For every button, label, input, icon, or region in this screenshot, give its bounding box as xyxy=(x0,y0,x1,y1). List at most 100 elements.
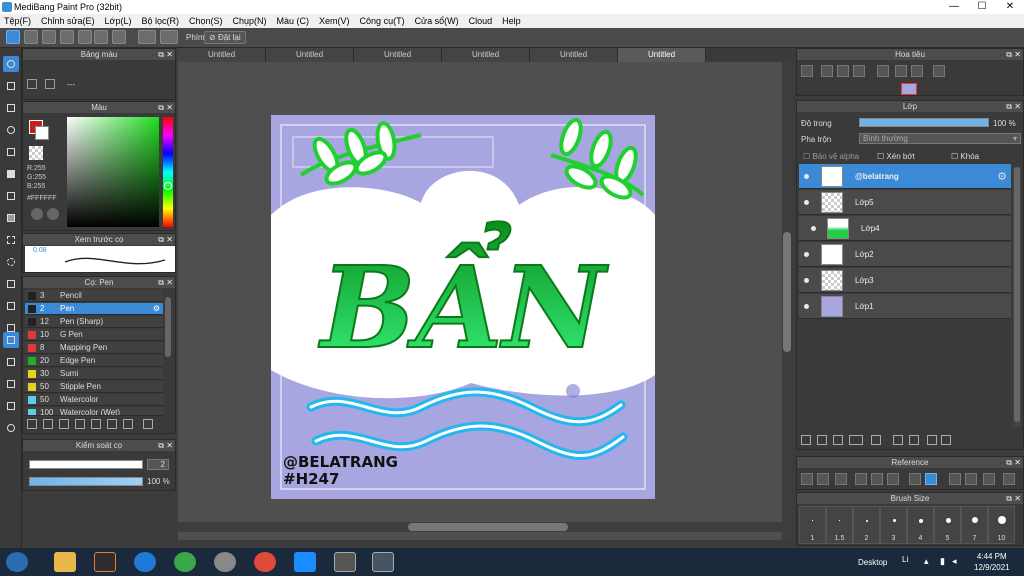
close-icon[interactable]: ✕ xyxy=(1014,457,1021,468)
close-icon[interactable]: ✕ xyxy=(166,49,173,60)
brush-size-cell[interactable]: 10 xyxy=(988,506,1015,544)
canvas-horizontal-scrollbar[interactable] xyxy=(178,522,782,532)
export-icon[interactable] xyxy=(24,30,38,44)
transparent-swatch[interactable] xyxy=(29,146,43,160)
artwork-canvas[interactable]: BẨN @BELATRANG #H247 xyxy=(271,115,655,499)
close-icon[interactable]: ✕ xyxy=(1014,49,1021,60)
brush-size-cell[interactable]: 2 xyxy=(853,506,880,544)
add-folder-icon[interactable] xyxy=(75,419,85,429)
network-icon[interactable]: ▮ xyxy=(940,556,945,567)
float-icon[interactable]: ⧉ xyxy=(158,234,164,245)
new-layer-icon[interactable] xyxy=(801,435,811,445)
float-icon[interactable]: ⧉ xyxy=(1006,493,1012,504)
float-icon[interactable]: ⧉ xyxy=(158,277,164,288)
layer-scroll-thumb[interactable] xyxy=(1014,167,1020,422)
add-layer-dropdown-icon[interactable] xyxy=(849,435,863,445)
medibang-taskbar-icon[interactable] xyxy=(372,552,394,572)
brush-size-input[interactable]: 2 xyxy=(147,459,169,470)
brush-size-cell[interactable]: 3 xyxy=(880,506,907,544)
zalo-icon[interactable] xyxy=(294,552,316,572)
menu-file[interactable]: Tệp(F) xyxy=(4,16,31,26)
vertical-scroll-thumb[interactable] xyxy=(783,232,791,352)
zoom-icon[interactable] xyxy=(801,65,813,77)
rotate-right-icon[interactable] xyxy=(983,473,995,485)
menu-edit[interactable]: Chỉnh sửa(E) xyxy=(41,16,95,26)
duplicate-layer-icon[interactable] xyxy=(893,435,903,445)
lock-icon[interactable] xyxy=(1003,473,1015,485)
frame-tool-icon[interactable] xyxy=(3,354,19,370)
float-icon[interactable]: ⧉ xyxy=(158,440,164,451)
float-icon[interactable]: ⧉ xyxy=(1006,457,1012,468)
gear-icon[interactable]: ⚙ xyxy=(153,303,160,315)
desktop-label[interactable]: Desktop xyxy=(858,558,887,567)
rect-tool-icon[interactable] xyxy=(3,100,19,116)
add-brush-icon-2[interactable] xyxy=(59,419,69,429)
cloud-icon[interactable] xyxy=(801,473,813,485)
brush-size-slider[interactable] xyxy=(29,460,143,469)
magic-wand-icon[interactable] xyxy=(3,276,19,292)
eye-icon[interactable] xyxy=(804,304,809,309)
menu-view[interactable]: Xem(V) xyxy=(319,16,350,26)
menu-color[interactable]: Màu (C) xyxy=(277,16,310,26)
close-icon[interactable]: ✕ xyxy=(166,440,173,451)
chevron-up-icon[interactable]: ▴ xyxy=(924,556,929,567)
document-icon[interactable] xyxy=(78,30,92,44)
text-tool-icon[interactable] xyxy=(3,332,19,348)
line-tool-icon[interactable] xyxy=(3,122,19,138)
coccoc-icon[interactable] xyxy=(174,552,196,572)
close-icon[interactable]: ✕ xyxy=(1014,493,1021,504)
rotate-icon[interactable] xyxy=(877,65,889,77)
tab-untitled-active[interactable]: Untitled xyxy=(618,48,706,62)
folder-icon[interactable] xyxy=(91,419,101,429)
saturation-brightness-field[interactable] xyxy=(67,117,159,227)
trash-icon[interactable] xyxy=(941,435,951,445)
media-player-icon[interactable] xyxy=(94,552,116,572)
tab-untitled[interactable]: Untitled xyxy=(354,48,442,62)
volume-icon[interactable]: ◂ xyxy=(952,556,957,567)
add-brush-icon[interactable] xyxy=(43,419,53,429)
brush-item-edge-pen[interactable]: 20 Edge Pen xyxy=(25,355,163,367)
eye-icon[interactable] xyxy=(804,278,809,283)
eraser-tool-icon[interactable] xyxy=(3,78,19,94)
fill-rect-tool-icon[interactable] xyxy=(3,166,19,182)
navigator-thumbnail[interactable] xyxy=(901,83,917,95)
folder-icon[interactable] xyxy=(871,435,881,445)
brush-tool-icon[interactable] xyxy=(3,56,19,72)
brush-item-stipple-pen[interactable]: 50 Stipple Pen xyxy=(25,381,163,393)
rotate-left-icon[interactable] xyxy=(949,473,961,485)
brush-size-cell[interactable]: 1.5 xyxy=(826,506,853,544)
zoom-out-icon[interactable] xyxy=(887,473,899,485)
duplicate-icon[interactable] xyxy=(107,419,117,429)
float-icon[interactable]: ⧉ xyxy=(158,49,164,60)
language-indicator[interactable]: Li xyxy=(902,555,908,564)
menu-layer[interactable]: Lớp(L) xyxy=(105,16,132,26)
fit-icon[interactable] xyxy=(837,65,849,77)
brush-item-mapping-pen[interactable]: 8 Mapping Pen xyxy=(25,342,163,354)
minimize-button[interactable]: — xyxy=(940,0,968,14)
close-icon[interactable]: ✕ xyxy=(166,234,173,245)
menu-help[interactable]: Help xyxy=(502,16,521,26)
redo-button[interactable] xyxy=(160,30,178,44)
menu-cloud[interactable]: Cloud xyxy=(469,16,493,26)
reset-button[interactable]: ⊘ Đặt lại xyxy=(204,31,246,44)
brush-size-cell[interactable]: 1 xyxy=(799,506,826,544)
close-icon[interactable]: ✕ xyxy=(166,277,173,288)
menu-capture[interactable]: Chụp(N) xyxy=(233,16,267,26)
brush-item-pencil[interactable]: 3 Pencil xyxy=(25,290,163,302)
layer-row[interactable]: Lớp1 xyxy=(799,294,1011,319)
close-button[interactable]: ✕ xyxy=(996,0,1024,14)
maximize-button[interactable]: ☐ xyxy=(968,0,996,14)
close-icon[interactable]: ✕ xyxy=(1014,101,1021,112)
new-8bit-layer-icon[interactable] xyxy=(833,435,843,445)
flip-icon[interactable] xyxy=(965,473,977,485)
zoom-in-icon[interactable] xyxy=(821,65,833,77)
fit-icon[interactable] xyxy=(871,473,883,485)
horizontal-scroll-thumb[interactable] xyxy=(408,523,568,531)
delete-palette-icon[interactable] xyxy=(45,79,55,89)
tab-untitled[interactable]: Untitled xyxy=(266,48,354,62)
trash-icon[interactable] xyxy=(143,419,153,429)
bucket-tool-icon[interactable] xyxy=(3,188,19,204)
merge-down-icon[interactable] xyxy=(909,435,919,445)
cloud-brush-icon[interactable] xyxy=(27,419,37,429)
close-reference-icon[interactable] xyxy=(835,473,847,485)
